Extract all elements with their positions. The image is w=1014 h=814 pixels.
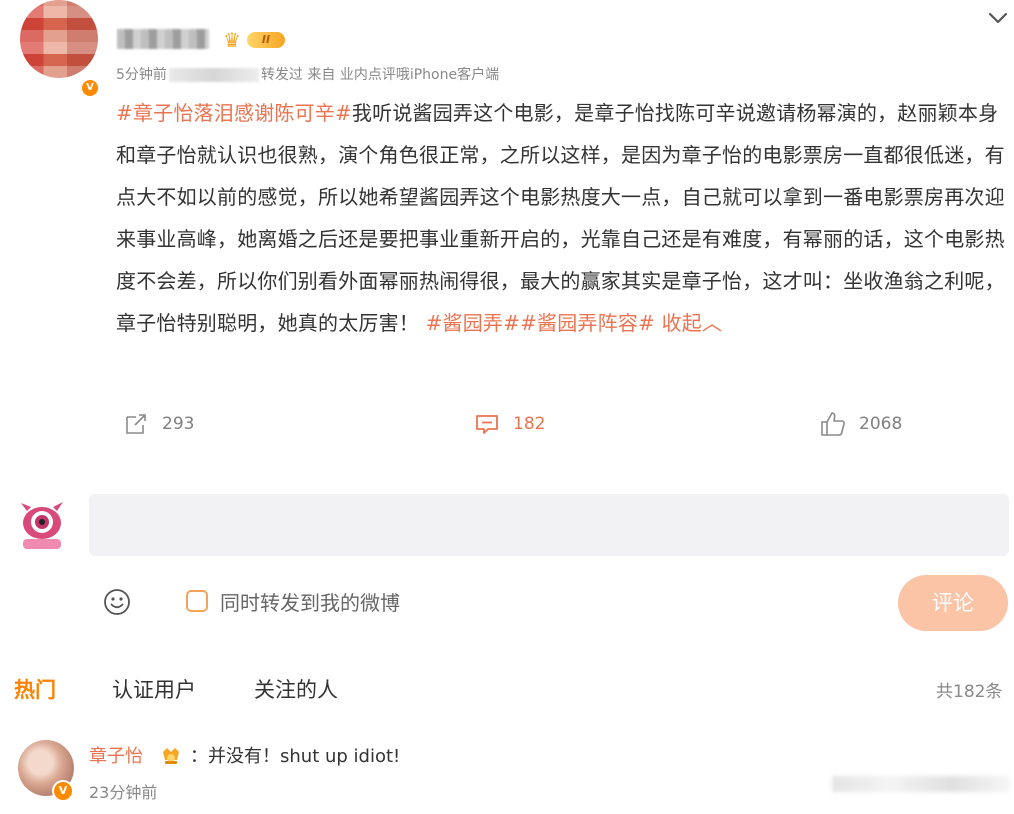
commenter-name[interactable]: 章子怡 (89, 742, 143, 768)
comment-icon (476, 415, 498, 434)
medal-icon (163, 748, 179, 764)
member-level-label: II (247, 32, 285, 48)
comment-input[interactable] (89, 494, 1009, 556)
meta-blurred-region (168, 68, 259, 82)
post-time[interactable]: 5分钟前 (116, 67, 167, 83)
tab-following[interactable]: 关注的人 (254, 674, 338, 704)
post-source: 来自 业内点评哦iPhone客户端 (307, 67, 500, 83)
author-name-blurred[interactable] (117, 29, 209, 49)
comment-count: 182 (513, 414, 546, 434)
comment-total-count: 共182条 (936, 682, 1003, 702)
repost-checkbox[interactable] (186, 590, 208, 612)
member-level-badge[interactable]: ♛ II (223, 29, 287, 51)
like-button[interactable]: 2068 (819, 410, 902, 438)
comment-button[interactable]: 182 (473, 410, 545, 438)
post-text-main: 我听说酱园弄这个电影，是章子怡找陈可辛说邀请杨幂演的，赵丽颖本身和章子怡就认识也… (116, 101, 1005, 335)
repost-icon (126, 414, 146, 434)
comment-actions-blurred (832, 776, 1010, 792)
repost-checkbox-label[interactable]: 同时转发到我的微博 (220, 587, 400, 616)
thumbs-up-icon (821, 412, 845, 436)
my-avatar[interactable] (17, 497, 67, 551)
topic-link[interactable]: #章子怡落泪感谢陈可辛# (116, 101, 352, 125)
verified-badge-icon: V (52, 780, 74, 802)
topic-link[interactable]: #酱园弄# (426, 311, 521, 335)
post-meta: 5分钟前 转发过 来自 业内点评哦iPhone客户端 (116, 64, 499, 84)
tab-hot[interactable]: 热门 (14, 674, 56, 704)
verified-badge-icon: V (80, 78, 100, 98)
comment-text: ：并没有！shut up idiot! (190, 746, 401, 767)
author-avatar[interactable] (20, 0, 98, 78)
submit-comment-button[interactable]: 评论 (898, 575, 1008, 631)
tab-verified-users[interactable]: 认证用户 (112, 674, 196, 704)
topic-link[interactable]: #酱园弄阵容# (520, 311, 655, 335)
emoji-icon[interactable] (102, 587, 132, 617)
comment-time: 23分钟前 (89, 783, 158, 802)
post-repost-flag: 转发过 (260, 67, 303, 83)
repost-count: 293 (162, 414, 195, 434)
like-count: 2068 (859, 414, 903, 434)
repost-button[interactable]: 293 (122, 410, 194, 438)
crown-icon: ♛ (223, 28, 241, 52)
collapse-link[interactable]: 收起︿ (662, 311, 723, 335)
chevron-down-icon[interactable] (986, 6, 1010, 30)
post-text: #章子怡落泪感谢陈可辛#我听说酱园弄这个电影，是章子怡找陈可辛说邀请杨幂演的，赵… (116, 92, 1010, 344)
